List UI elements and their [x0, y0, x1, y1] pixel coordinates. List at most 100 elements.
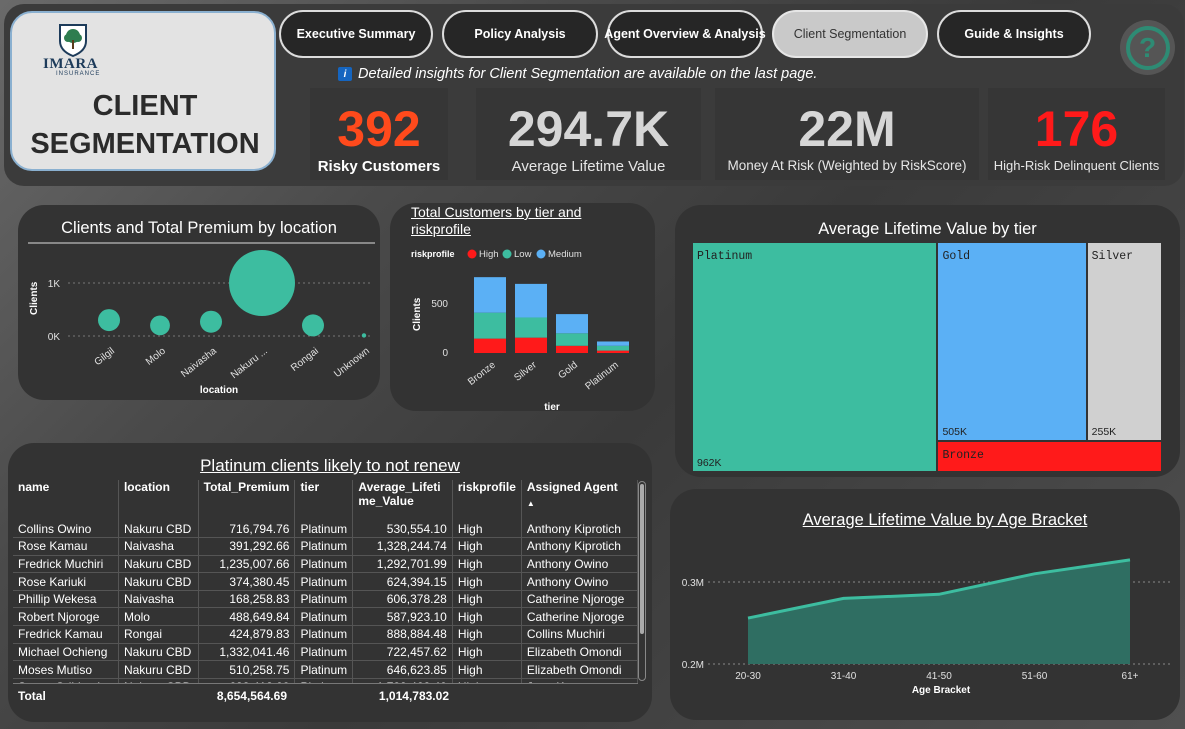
table-row[interactable]: Rose Kamau Naivasha 391,292.66 Platinum 1,32…	[13, 537, 638, 556]
table-cell: Moses Mutiso	[13, 660, 119, 679]
table-cell: 1,332,041.46	[198, 643, 296, 661]
y-tick: 0.2M	[682, 660, 704, 671]
tab-policy-analysis[interactable]: Policy Analysis	[442, 10, 598, 58]
x-tick: Silver	[512, 359, 539, 383]
sort-ascending-icon[interactable]: ▲	[527, 500, 632, 508]
bar-segment-low	[556, 333, 588, 346]
bar-segment-high	[597, 350, 629, 353]
bar-segment-high	[515, 337, 547, 353]
table-cell: 168,258.83	[198, 590, 296, 608]
treemap-tile-platinum[interactable]: Platinum 962K	[692, 242, 938, 472]
legend-medium: Medium	[548, 249, 582, 260]
total-label: Total	[18, 688, 46, 703]
table-cell: Anthony Kiprotich	[521, 537, 638, 556]
treemap-tile-gold[interactable]: Gold 505K	[937, 242, 1087, 441]
table-cell: Rongai	[118, 625, 199, 644]
logo-card: IMARA INSURANCE CLIENT SEGMENTATION	[10, 11, 276, 171]
table-scroll-area[interactable]: name location Total_Premium tier Average…	[13, 480, 638, 706]
tab-executive-summary[interactable]: Executive Summary	[279, 10, 433, 58]
table-title: Platinum clients likely to not renew	[200, 456, 460, 475]
tile-label: Platinum	[697, 250, 753, 263]
col-header-riskprofile[interactable]: riskprofile	[452, 480, 522, 520]
total-premium: 8,654,564.69	[216, 688, 287, 703]
bubble-point	[150, 315, 170, 336]
x-tick: 20-30	[735, 671, 761, 682]
bar-segment-low	[474, 312, 506, 339]
table-cell: 374,380.45	[198, 572, 296, 591]
col-header-average-lifetime-value[interactable]: Average_Lifetime_Value	[352, 480, 453, 520]
table-cell: Anthony Kiprotich	[521, 520, 638, 538]
kpi-label: Money At Risk (Weighted by RiskScore)	[727, 158, 967, 173]
treemap-tile-silver[interactable]: Silver 255K	[1086, 242, 1162, 441]
x-tick: Nakuru ...	[229, 346, 270, 381]
table-scrollbar[interactable]	[638, 481, 646, 681]
table-cell: 716,794.76	[198, 520, 296, 538]
table-cell: High	[452, 643, 522, 661]
kpi-money-at-risk: 22M Money At Risk (Weighted by RiskScore…	[715, 88, 979, 180]
bar-segment-high	[556, 345, 588, 353]
treemap-tile-bronze[interactable]: Bronze	[937, 440, 1162, 472]
bubble-chart[interactable]: 1K 0K Clients location Gilgil Molo Naivash…	[18, 205, 380, 400]
y-tick: 1K	[48, 279, 61, 290]
table-cell: High	[452, 607, 522, 626]
table-cell: High	[452, 625, 522, 644]
table-cell: 888,884.48	[352, 625, 453, 644]
notice-text: Detailed insights for Client Segmentatio…	[358, 66, 818, 82]
col-header-tier[interactable]: tier	[294, 480, 354, 520]
x-tick: Rongai	[289, 346, 321, 374]
col-header-assigned-agent[interactable]: Assigned Agent ▲	[521, 480, 638, 520]
table-cell: High	[452, 537, 522, 556]
y-tick: 500	[431, 299, 448, 310]
tab-agent-overview[interactable]: Agent Overview & Analysis	[604, 10, 766, 58]
tab-client-segmentation[interactable]: Client Segmentation	[772, 10, 928, 58]
stacked-bar-chart[interactable]: riskprofile High Low Medium 500 0 Client…	[390, 203, 655, 411]
x-tick: 41-50	[926, 671, 952, 682]
treemap[interactable]: Platinum 962K Gold 505K Silver 255K Bronze	[692, 242, 1162, 472]
table-cell: Collins Owino	[13, 520, 119, 538]
table-row[interactable]: Robert Njoroge Molo 488,649.84 Platinum 587,…	[13, 607, 638, 626]
table-cell: Rose Kamau	[13, 537, 119, 556]
table-row[interactable]: Fredrick Kamau Rongai 424,879.83 Platinum 88…	[13, 625, 638, 644]
kpi-average-lifetime-value: 294.7K Average Lifetime Value	[476, 88, 701, 180]
table-cell: 1,235,007.66	[198, 555, 296, 573]
col-header-name[interactable]: name	[13, 480, 119, 520]
kpi-label: Average Lifetime Value	[511, 158, 666, 175]
area-chart[interactable]: 0.3M 0.2M Age Bracket 20-30 31-40 41-50 51-…	[670, 489, 1180, 720]
scrollbar-thumb[interactable]	[640, 484, 644, 634]
table-cell: 587,923.10	[352, 607, 453, 626]
table-cell: Elizabeth Omondi	[521, 643, 638, 661]
table-cell: Platinum	[294, 607, 354, 626]
table-row[interactable]: Fredrick Muchiri Nakuru CBD 1,235,007.66 Pl…	[13, 555, 638, 573]
help-button[interactable]: ?	[1120, 20, 1175, 75]
x-tick: Molo	[144, 345, 168, 367]
bubble-point	[361, 333, 367, 338]
ltv-by-tier-card: Average Lifetime Value by tier Platinum 9…	[675, 205, 1180, 477]
table-row[interactable]: Phillip Wekesa Naivasha 168,258.83 Platinum…	[13, 590, 638, 608]
table-row[interactable]: Rose Kariuki Nakuru CBD 374,380.45 Platinum…	[13, 572, 638, 591]
table-cell: Platinum	[294, 572, 354, 591]
table-cell: Robert Njoroge	[13, 607, 119, 626]
tab-guide-insights[interactable]: Guide & Insights	[937, 10, 1091, 58]
x-axis-label: location	[200, 385, 238, 396]
bar-segment-low	[597, 345, 629, 351]
table-cell: Nakuru CBD	[118, 520, 199, 538]
table-row[interactable]: Collins Owino Nakuru CBD 716,794.76 Platinu…	[13, 520, 638, 538]
y-tick: 0	[442, 348, 448, 359]
tree-shield-icon	[59, 24, 87, 57]
legend-high: High	[479, 249, 499, 260]
x-axis-label: tier	[544, 402, 560, 411]
col-header-location[interactable]: location	[118, 480, 199, 520]
table-cell: 1,328,244.74	[352, 537, 453, 556]
page-title: CLIENT SEGMENTATION	[30, 90, 260, 160]
ltv-by-age-card: Average Lifetime Value by Age Bracket 0.…	[670, 489, 1180, 720]
legend-high-swatch	[467, 249, 477, 259]
table-row[interactable]: Moses Mutiso Nakuru CBD 510,258.75 Platinum…	[13, 660, 638, 679]
kpi-value: 22M	[798, 101, 896, 157]
table-cell: Catherine Njoroge	[521, 607, 638, 626]
table-cell: 1,292,701.99	[352, 555, 453, 573]
col-header-total-premium[interactable]: Total_Premium	[198, 480, 296, 520]
platinum-clients-card: Platinum clients likely to not renew nam…	[8, 443, 652, 722]
x-tick: Platinum	[583, 360, 620, 393]
x-tick: Bronze	[466, 359, 498, 387]
table-row[interactable]: Michael Ochieng Nakuru CBD 1,332,041.46 Pla…	[13, 643, 638, 661]
